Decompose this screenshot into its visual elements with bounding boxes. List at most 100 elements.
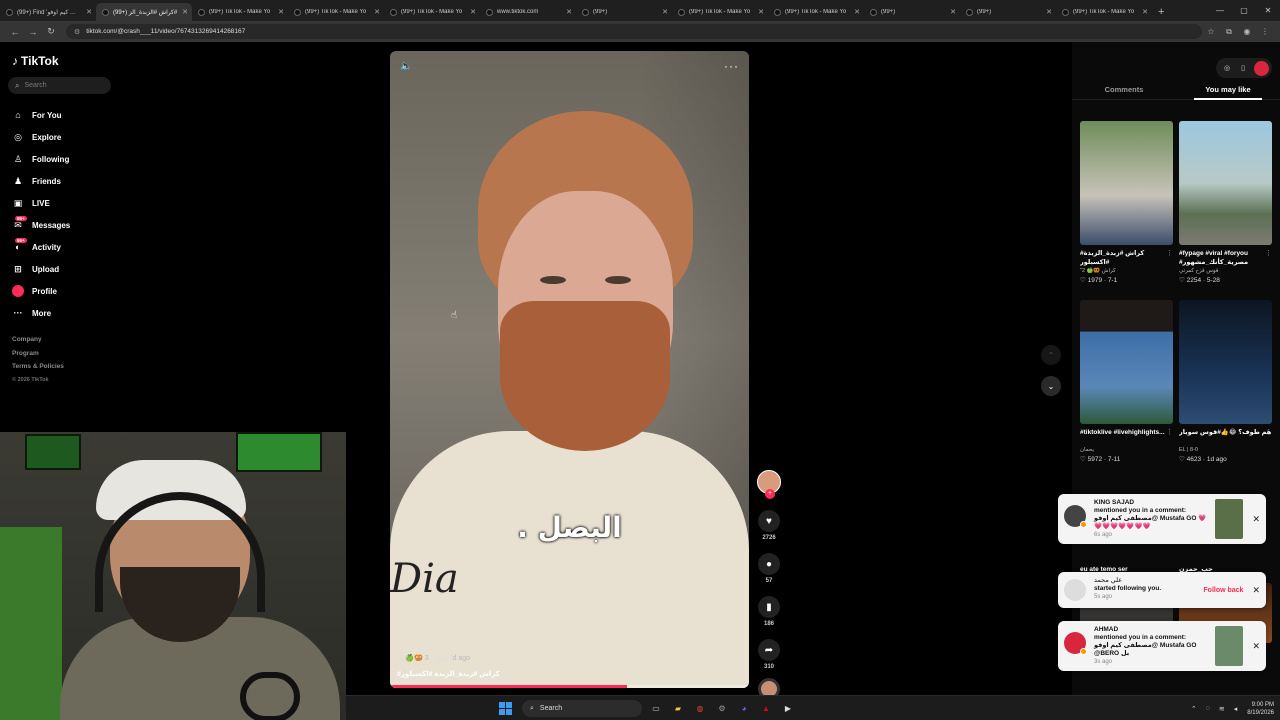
volume-icon[interactable]: 🔈 xyxy=(400,61,412,72)
taskbar-search[interactable]: ⌕ Search xyxy=(522,700,642,717)
share-button[interactable]: ➦ xyxy=(758,639,780,661)
follow-plus-icon[interactable]: + xyxy=(765,489,775,499)
notification-toast[interactable]: KING SAJAD mentioned you in a comment: م… xyxy=(1058,494,1266,544)
footer-company-link[interactable]: Company xyxy=(12,336,64,350)
device-icon[interactable]: ▯ xyxy=(1235,60,1251,76)
media-player-icon[interactable]: ▶ xyxy=(780,701,796,717)
close-tab-icon[interactable]: ✕ xyxy=(758,8,764,16)
sidebar-item-following[interactable]: ♙ Following xyxy=(12,148,70,170)
close-tab-icon[interactable]: ✕ xyxy=(854,8,860,16)
search-input[interactable]: ⌕ Search xyxy=(8,77,111,94)
menu-icon[interactable]: ⋮ xyxy=(1256,27,1274,37)
recommended-card[interactable]: #tiktoklive #livehighlights... يحمان ♡ 5… xyxy=(1080,300,1173,463)
settings-gear-icon[interactable]: ⚙ xyxy=(714,701,730,717)
chrome-icon[interactable]: ◍ xyxy=(692,701,708,717)
browser-tab[interactable]: (99+) TikTok - Make Yo ✕ xyxy=(384,3,480,21)
reload-icon[interactable]: ↻ xyxy=(42,26,60,37)
sidebar-item-live[interactable]: ▣ LIVE xyxy=(12,192,70,214)
browser-tab[interactable]: www.tiktok.com ✕ xyxy=(480,3,576,21)
close-icon[interactable]: ✕ xyxy=(1252,585,1260,596)
browser-tab[interactable]: (99+) TikTok - Make Yo ✕ xyxy=(288,3,384,21)
close-tab-icon[interactable]: ✕ xyxy=(1046,8,1052,16)
sidebar-item-profile[interactable]: Profile xyxy=(12,280,70,302)
follow-back-button[interactable]: Follow back xyxy=(1203,587,1243,594)
creator-avatar[interactable]: + xyxy=(757,470,781,499)
sidebar-item-activity[interactable]: ◐ 99+ Activity xyxy=(12,236,70,258)
forward-icon[interactable]: → xyxy=(24,27,42,37)
close-tab-icon[interactable]: ✕ xyxy=(950,8,956,16)
sidebar-item-friends[interactable]: ♟ Friends xyxy=(12,170,70,192)
network-icon[interactable]: ◌ xyxy=(1206,705,1210,712)
card-more-icon[interactable]: ⋮ xyxy=(1265,249,1272,257)
card-author[interactable]: EL | 8-0 xyxy=(1179,447,1272,453)
wifi-icon[interactable]: ≋ xyxy=(1219,705,1225,713)
browser-tab[interactable]: (99+) TikTok - Make Yo ✕ xyxy=(672,3,768,21)
browser-tab[interactable]: (99+) TikTok - Make Yo ✕ xyxy=(192,3,288,21)
video-thumbnail[interactable] xyxy=(1080,121,1173,245)
sidebar-item-upload[interactable]: ⊞ Upload xyxy=(12,258,70,280)
recommended-card[interactable]: #كراش #زبدة_الزبدة #اكسبلور "2 🍏🥨 كراش ♡… xyxy=(1080,121,1173,284)
task-view-icon[interactable]: ▭ xyxy=(648,701,664,717)
chevron-up-icon[interactable]: ⌃ xyxy=(1191,705,1197,713)
video-player[interactable]: Dia 🔈 ··· البصل . "2 🍏🥨 كراش · 3d ago #ك… xyxy=(390,51,749,688)
notification-toast[interactable]: AHMAD mentioned you in a comment: مصطفى … xyxy=(1058,621,1266,671)
maximize-icon[interactable]: ▢ xyxy=(1232,0,1256,21)
previous-video-button[interactable]: ⌃ xyxy=(1041,345,1061,365)
card-author[interactable]: يحمان xyxy=(1080,447,1173,453)
close-tab-icon[interactable]: ✕ xyxy=(182,8,188,16)
card-more-icon[interactable]: ⋮ xyxy=(1166,428,1173,436)
url-field[interactable]: ⚙ tiktok.com/@crash___11/video/767431326… xyxy=(66,24,1202,39)
windows-start-icon[interactable] xyxy=(499,702,512,715)
next-video-button[interactable]: ⌄ xyxy=(1041,376,1061,396)
video-thumbnail[interactable] xyxy=(1179,121,1272,245)
browser-tab[interactable]: (99+) Find 'جبس كيم اوفو'✕ xyxy=(0,3,96,21)
footer-program-link[interactable]: Program xyxy=(12,350,64,364)
sidebar-item-messages[interactable]: ✉ 99+ Messages xyxy=(12,214,70,236)
close-tab-icon[interactable]: ✕ xyxy=(1142,8,1148,16)
notification-thumbnail[interactable] xyxy=(1215,626,1244,666)
video-hashtags[interactable]: #كراش #زبدة_الزبدة #اكسبلور xyxy=(397,670,500,678)
tab-you-may-like[interactable]: You may like xyxy=(1176,82,1280,100)
card-author[interactable]: قوس قزح كمرتي xyxy=(1179,268,1272,274)
notification-toast[interactable]: علي محمد started following you. 5s ago F… xyxy=(1058,572,1266,608)
account-icon[interactable]: ◉ xyxy=(1238,27,1256,37)
user-avatar[interactable] xyxy=(1254,60,1269,76)
system-clock[interactable]: 9:00 PM 8/19/2026 xyxy=(1247,701,1274,717)
red-app-icon[interactable]: ▲ xyxy=(758,701,774,717)
browser-tab[interactable]: (99+) ✕ xyxy=(960,3,1056,21)
close-tab-icon[interactable]: ✕ xyxy=(662,8,668,16)
close-tab-icon[interactable]: ✕ xyxy=(278,8,284,16)
minimize-icon[interactable]: — xyxy=(1208,0,1232,21)
tab-comments[interactable]: Comments xyxy=(1072,82,1176,99)
video-thumbnail[interactable] xyxy=(1080,300,1173,424)
compass-icon[interactable]: ◎ xyxy=(1219,60,1235,76)
close-tab-icon[interactable]: ✕ xyxy=(86,8,92,16)
footer-terms-link[interactable]: Terms & Policies xyxy=(12,363,64,377)
new-tab-icon[interactable]: + xyxy=(1158,3,1164,21)
more-options-icon[interactable]: ··· xyxy=(724,59,739,73)
extensions-icon[interactable]: ⧉ xyxy=(1220,27,1238,37)
browser-tab[interactable]: (99+) ✕ xyxy=(864,3,960,21)
close-tab-icon[interactable]: ✕ xyxy=(566,8,572,16)
browser-tab-active[interactable]: (99+) كراش #الزبدة_الز# ✕ xyxy=(96,3,192,21)
sidebar-item-for-you[interactable]: ⌂ For You xyxy=(12,104,70,126)
browser-tab[interactable]: (99+) ✕ xyxy=(576,3,672,21)
like-button[interactable]: ♥ xyxy=(758,510,780,532)
sidebar-item-explore[interactable]: ◎ Explore xyxy=(12,126,70,148)
browser-tab[interactable]: (99+) TikTok - Make Yo ✕ xyxy=(1056,3,1152,21)
site-info-icon[interactable]: ⚙ xyxy=(74,28,80,36)
file-explorer-icon[interactable]: ▰ xyxy=(670,701,686,717)
volume-icon[interactable]: ◂ xyxy=(1234,705,1238,713)
recommended-card[interactable]: #fypage #viral #foryou #مصرية_كأنك_مشهور… xyxy=(1179,121,1272,284)
close-window-icon[interactable]: ✕ xyxy=(1256,0,1280,21)
close-icon[interactable]: ✕ xyxy=(1252,514,1260,525)
notification-thumbnail[interactable] xyxy=(1215,499,1244,539)
video-progress-bar[interactable] xyxy=(390,685,749,688)
browser-tab[interactable]: (99+) TikTok - Make Yo ✕ xyxy=(768,3,864,21)
card-more-icon[interactable]: ⋮ xyxy=(1166,249,1173,257)
close-tab-icon[interactable]: ✕ xyxy=(470,8,476,16)
card-more-icon[interactable]: ⋮ xyxy=(1265,428,1272,436)
bookmark-star-icon[interactable]: ☆ xyxy=(1202,27,1220,37)
back-icon[interactable]: ← xyxy=(6,27,24,37)
video-thumbnail[interactable] xyxy=(1179,300,1272,424)
